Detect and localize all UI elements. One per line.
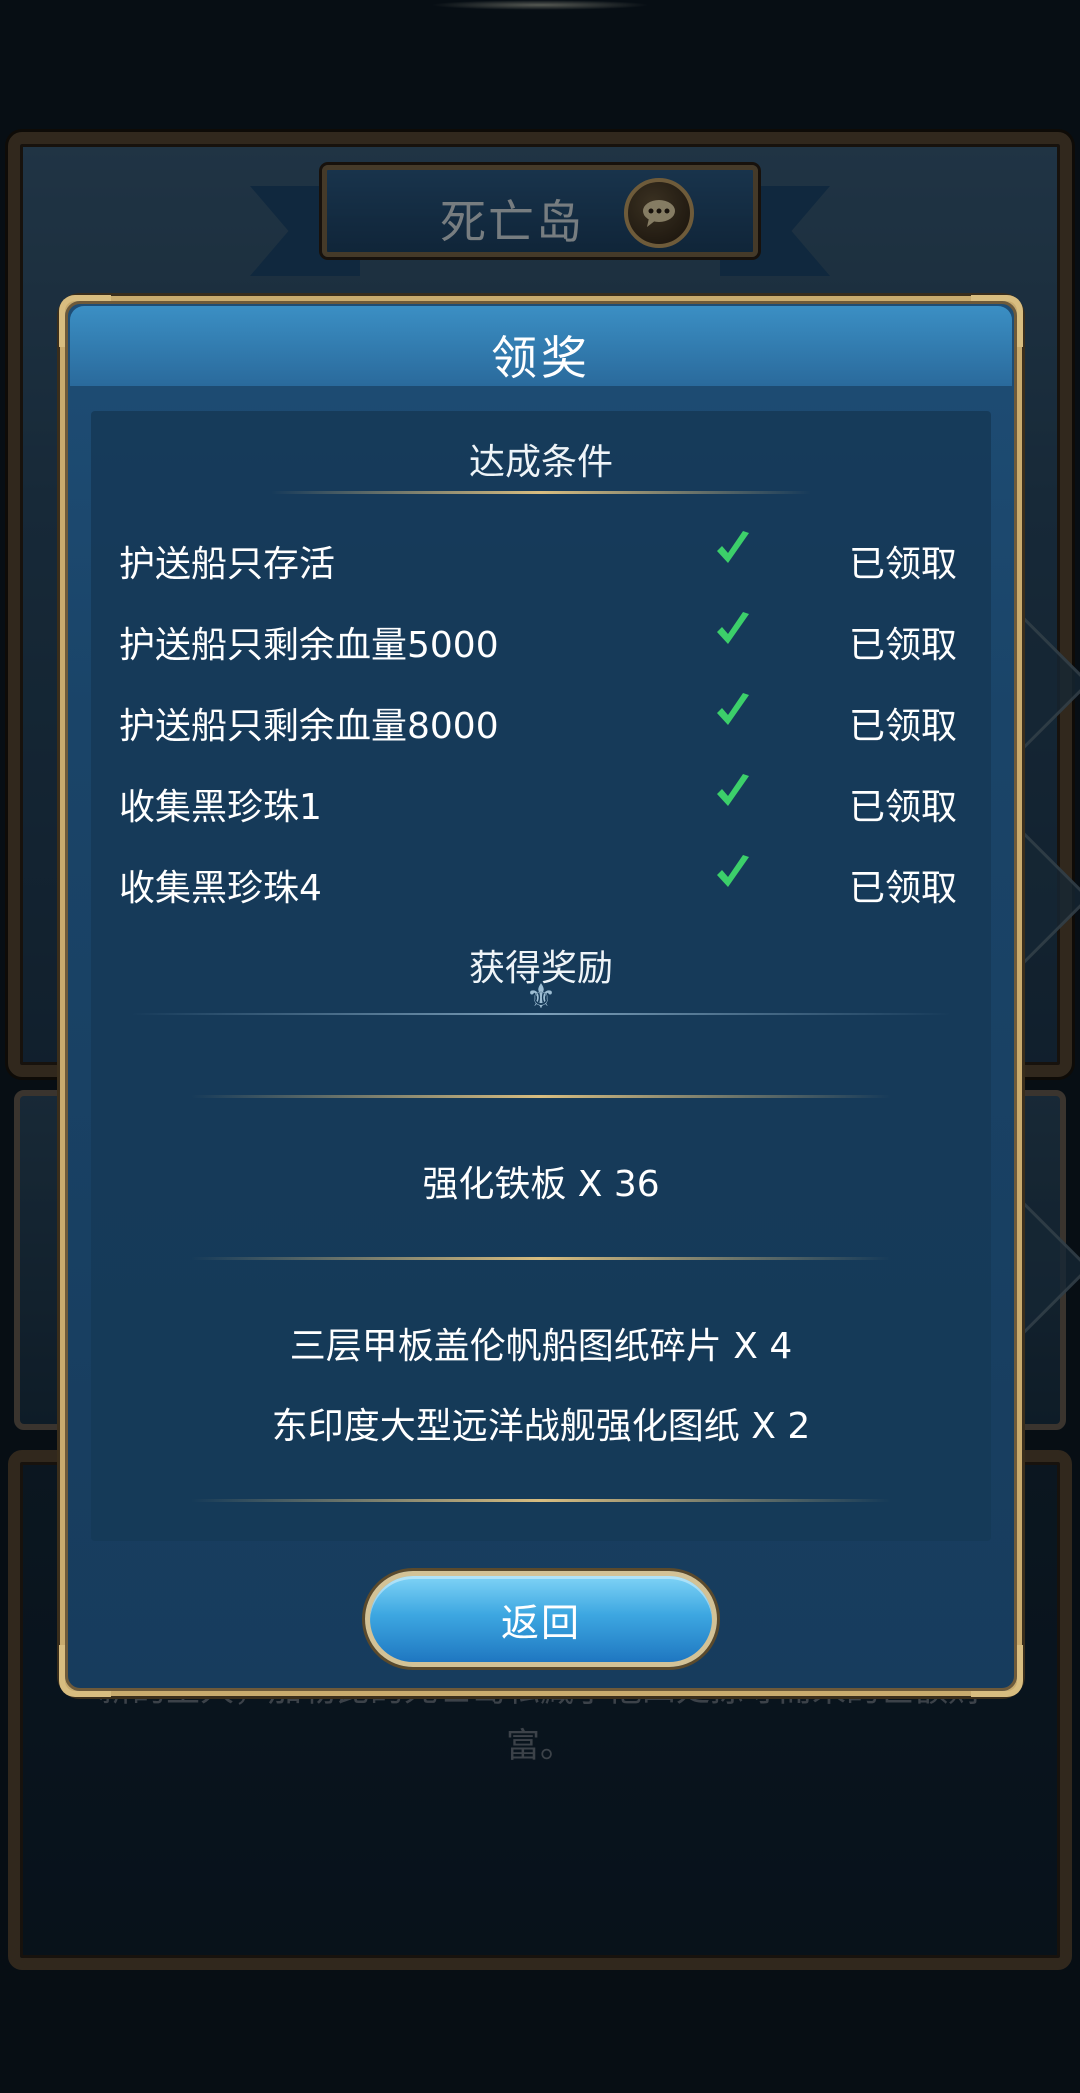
reward-item: 东印度大型远洋战舰强化图纸 X 2 [271, 1406, 811, 1447]
check-icon [717, 531, 749, 563]
condition-text: 收集黑珍珠4 [119, 868, 322, 909]
rewards-gold-divider-3 [191, 1499, 891, 1502]
condition-row: 护送船只剩余血量5000 已领取 [91, 604, 991, 674]
corner-ornament-bottom-left [59, 1645, 111, 1697]
rewards-gold-divider-1 [191, 1095, 891, 1098]
back-button-label: 返回 [500, 1600, 581, 1645]
dialog-header: 领奖 [70, 306, 1012, 386]
check-icon [717, 774, 749, 806]
reward-item: 强化铁板 X 36 [422, 1164, 660, 1205]
condition-row: 收集黑珍珠1 已领取 [91, 766, 991, 836]
condition-row: 收集黑珍珠4 已领取 [91, 847, 991, 917]
corner-ornament-top-left [59, 295, 111, 347]
fleur-ornament-icon: ⚜ [525, 977, 557, 1017]
conditions-divider [271, 491, 811, 494]
check-icon [717, 612, 749, 644]
corner-ornament-bottom-right [971, 1645, 1023, 1697]
condition-text: 护送船只剩余血量5000 [119, 625, 499, 666]
dialog-title: 领奖 [491, 331, 591, 385]
rewards-thin-divider [131, 1013, 951, 1015]
condition-text: 护送船只剩余血量8000 [119, 706, 499, 747]
condition-status: 已领取 [849, 787, 958, 828]
reward-dialog: 领奖 达成条件 护送船只存活 已领取 护送船只剩余血量5000 已领取 护送船只… [59, 295, 1023, 1697]
condition-row: 护送船只剩余血量8000 已领取 [91, 685, 991, 755]
condition-status: 已领取 [849, 868, 958, 909]
condition-text: 护送船只存活 [119, 544, 336, 585]
check-icon [717, 855, 749, 887]
condition-status: 已领取 [849, 625, 958, 666]
condition-status: 已领取 [849, 544, 958, 585]
condition-text: 收集黑珍珠1 [119, 787, 322, 828]
back-button[interactable]: 返回 [365, 1571, 717, 1667]
reward-item: 三层甲板盖伦帆船图纸碎片 X 4 [289, 1326, 793, 1367]
corner-ornament-top-right [971, 295, 1023, 347]
condition-status: 已领取 [849, 706, 958, 747]
conditions-title: 达成条件 [468, 442, 613, 483]
dialog-inner-panel: 达成条件 护送船只存活 已领取 护送船只剩余血量5000 已领取 护送船只剩余血… [91, 411, 991, 1541]
condition-row: 护送船只存活 已领取 [91, 523, 991, 593]
rewards-gold-divider-2 [191, 1257, 891, 1260]
check-icon [717, 693, 749, 725]
